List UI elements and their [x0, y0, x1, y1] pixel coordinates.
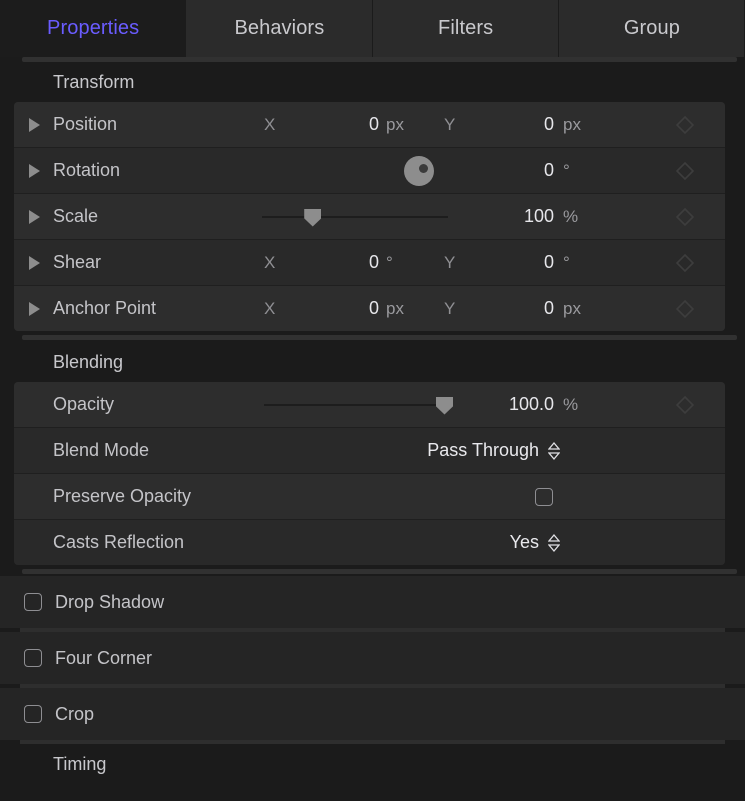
row-drop-shadow[interactable]: Drop Shadow: [0, 576, 745, 628]
tab-behaviors[interactable]: Behaviors: [186, 0, 373, 57]
row-rotation[interactable]: Rotation 0 °: [14, 148, 725, 194]
row-preserve-opacity[interactable]: Preserve Opacity: [14, 474, 725, 520]
row-label: Opacity: [53, 394, 115, 414]
section-separator: [22, 569, 737, 574]
row-anchor-point[interactable]: Anchor Point X 0 px Y 0 px: [14, 286, 725, 331]
unit-label-x: °: [386, 252, 393, 272]
section-separator: [22, 335, 737, 340]
rotation-dial[interactable]: [404, 155, 434, 186]
four-corner-checkbox[interactable]: [24, 649, 42, 667]
casts-reflection-dropdown[interactable]: Yes: [510, 532, 560, 553]
keyframe-diamond-icon[interactable]: [675, 115, 695, 135]
row-label: Shear: [53, 252, 102, 272]
row-label: Casts Reflection: [53, 532, 185, 552]
tab-properties[interactable]: Properties: [0, 0, 187, 57]
unit-label-y: °: [563, 252, 570, 272]
unit-label-percent: %: [563, 206, 579, 226]
blending-rows: Opacity 100.0 % Blend Mode Pass Through: [14, 382, 725, 565]
axis-label-x: X: [264, 298, 276, 318]
preserve-opacity-checkbox[interactable]: [535, 487, 553, 506]
axis-label-y: Y: [444, 298, 456, 318]
tab-group[interactable]: Group: [558, 0, 745, 57]
scale-slider[interactable]: [262, 207, 448, 227]
crop-checkbox[interactable]: [24, 705, 42, 723]
disclosure-triangle-icon[interactable]: [29, 163, 40, 178]
tab-filters[interactable]: Filters: [372, 0, 559, 57]
row-shear[interactable]: Shear X 0 ° Y 0 °: [14, 240, 725, 286]
chevron-up-down-icon: [548, 441, 560, 460]
disclosure-triangle-icon[interactable]: [29, 209, 40, 224]
section-header-timing: Timing: [53, 753, 107, 774]
chevron-up-down-icon: [548, 533, 560, 552]
row-crop[interactable]: Crop: [0, 688, 745, 740]
row-label: Anchor Point: [53, 298, 157, 318]
section-header-blending: Blending: [53, 351, 124, 372]
row-label: Position: [53, 114, 118, 134]
row-blend-mode[interactable]: Blend Mode Pass Through: [14, 428, 725, 474]
unit-label-y: px: [563, 114, 581, 134]
casts-reflection-value: Yes: [509, 532, 539, 552]
unit-label-x: px: [386, 114, 404, 134]
unit-label-degrees: °: [563, 160, 570, 180]
row-label: Rotation: [53, 160, 121, 180]
anchor-x-field[interactable]: 0: [304, 298, 379, 319]
shear-x-field[interactable]: 0: [304, 252, 379, 273]
axis-label-y: Y: [444, 252, 456, 272]
row-position[interactable]: Position X 0 px Y 0 px: [14, 102, 725, 148]
unit-label-y: px: [563, 298, 581, 318]
position-y-field[interactable]: 0: [479, 114, 554, 135]
slider-thumb[interactable]: [304, 208, 322, 227]
keyframe-diamond-icon[interactable]: [675, 253, 695, 273]
keyframe-diamond-icon[interactable]: [675, 299, 695, 319]
unit-label-percent: %: [563, 394, 579, 414]
disclosure-triangle-icon[interactable]: [29, 255, 40, 270]
opacity-value-field[interactable]: 100.0: [434, 394, 554, 415]
disclosure-triangle-icon[interactable]: [29, 117, 40, 132]
shear-y-field[interactable]: 0: [479, 252, 554, 273]
opacity-slider[interactable]: [264, 395, 453, 415]
slider-track: [264, 403, 444, 406]
row-four-corner[interactable]: Four Corner: [0, 632, 745, 684]
row-label: Drop Shadow: [55, 591, 165, 612]
row-scale[interactable]: Scale 100 %: [14, 194, 725, 240]
row-label: Four Corner: [55, 647, 153, 668]
position-x-field[interactable]: 0: [304, 114, 379, 135]
drop-shadow-checkbox[interactable]: [24, 593, 42, 611]
keyframe-diamond-icon[interactable]: [675, 207, 695, 227]
row-casts-reflection[interactable]: Casts Reflection Yes: [14, 520, 725, 565]
blend-mode-dropdown[interactable]: Pass Through: [427, 440, 560, 461]
keyframe-diamond-icon[interactable]: [675, 395, 695, 415]
disclosure-triangle-icon[interactable]: [29, 301, 40, 316]
row-label: Blend Mode: [53, 440, 150, 460]
axis-label-x: X: [264, 252, 276, 272]
rotation-dial-indicator: [419, 163, 428, 173]
transform-rows: Position X 0 px Y 0 px Rotation 0 ° Scal…: [14, 102, 725, 331]
slider-track: [262, 215, 448, 218]
inspector-tabbar: Properties Behaviors Filters Group: [0, 0, 745, 57]
axis-label-y: Y: [444, 114, 456, 134]
row-opacity[interactable]: Opacity 100.0 %: [14, 382, 725, 428]
row-label: Scale: [53, 206, 99, 226]
section-header-transform: Transform: [53, 71, 135, 92]
row-label: Crop: [55, 703, 95, 724]
scale-value-field[interactable]: 100: [454, 206, 554, 227]
keyframe-diamond-icon[interactable]: [675, 161, 695, 181]
axis-label-x: X: [264, 114, 276, 134]
properties-inspector-panel: Properties Behaviors Filters Group Trans…: [0, 0, 745, 801]
unit-label-x: px: [386, 298, 404, 318]
anchor-y-field[interactable]: 0: [479, 298, 554, 319]
blend-mode-value: Pass Through: [427, 440, 539, 460]
row-label: Preserve Opacity: [53, 486, 192, 506]
rotation-value-field[interactable]: 0: [454, 160, 554, 181]
